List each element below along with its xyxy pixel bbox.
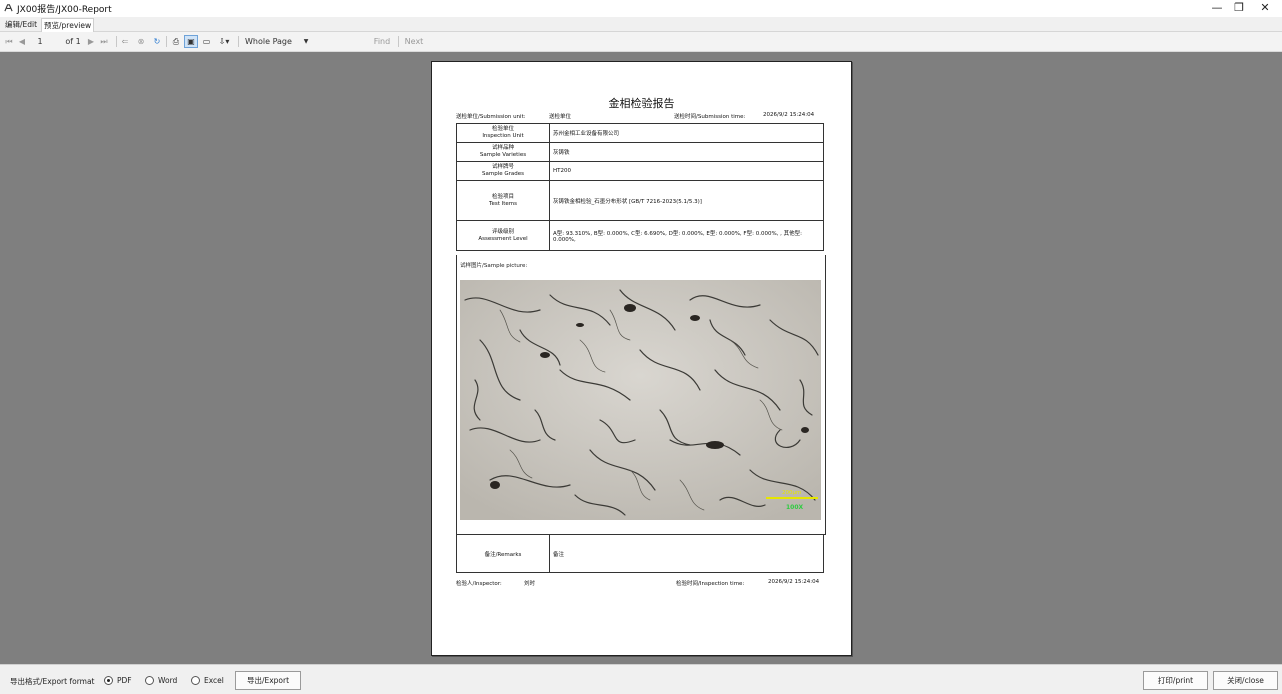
inspector-value: 刘时 — [524, 581, 536, 587]
remarks-label: 备注/Remarks — [456, 534, 550, 573]
report-info-table: 检验单位 Inspection Unit 苏州金相工业设备有限公司 试样品种 S… — [456, 123, 824, 251]
word-radio-label[interactable]: Word — [158, 676, 177, 685]
label-en: Assessment Level — [478, 235, 528, 242]
test-items-value: 灰铸铁金相检验_石墨分布形状 [GB/T 7216-2023(5.1/5.3)] — [549, 180, 824, 221]
label-en: Inspection Unit — [482, 133, 524, 139]
export-dropdown-icon[interactable]: ⇩▾ — [215, 35, 233, 48]
table-row: 检验项目 Test Items 灰铸铁金相检验_石墨分布形状 [GB/T 721… — [456, 180, 824, 221]
close-window-button[interactable]: ✕ — [1254, 1, 1276, 15]
magnification-label: 100X — [786, 504, 804, 511]
table-label-cell: 试样品种 Sample Varieties — [456, 142, 550, 162]
label-cn: 检验单位 — [491, 126, 514, 132]
prev-page-icon[interactable]: ◀ — [17, 35, 27, 48]
sample-picture-section: 试样图片/Sample picture: 200μm 100X — [456, 255, 826, 535]
remarks-value: 备注 — [549, 534, 824, 573]
first-page-icon[interactable]: ⏮ — [4, 35, 14, 48]
single-page-layout-icon[interactable]: ▣ — [184, 35, 198, 48]
scale-bar — [766, 497, 818, 499]
title-bar: JX00报告/JX00-Report — ❐ ✕ — [0, 0, 1282, 16]
export-format-label: 导出格式/Export format — [10, 677, 95, 686]
zoom-select[interactable]: Whole Page — [245, 35, 301, 48]
table-row: 备注/Remarks 备注 — [456, 534, 824, 573]
find-button[interactable]: Find — [372, 35, 392, 48]
back-icon[interactable]: ⇐ — [120, 35, 130, 48]
assessment-level-value: A型: 93.310%, B型: 0.000%, C型: 6.690%, D型:… — [549, 220, 824, 251]
sample-picture-label: 试样图片/Sample picture: — [460, 263, 528, 269]
table-row: 评级级别 Assessment Level A型: 93.310%, B型: 0… — [456, 220, 824, 251]
submission-time-value: 2026/9/2 15:24:04 — [763, 112, 815, 118]
graphite-flakes-image — [460, 280, 821, 520]
label-en: Sample Grades — [481, 171, 524, 177]
excel-radio-label[interactable]: Excel — [204, 676, 224, 685]
submission-unit-value: 送检单位 — [549, 114, 572, 120]
last-page-icon[interactable]: ⏭ — [98, 35, 110, 48]
label-cn: 试样品种 — [491, 145, 514, 151]
inspector-label: 检验人/Inspector: — [456, 581, 502, 587]
minimize-button[interactable]: — — [1206, 1, 1228, 15]
close-button[interactable]: 关闭/close — [1213, 671, 1278, 690]
stop-icon[interactable]: ⊗ — [136, 35, 146, 48]
next-button[interactable]: Next — [403, 35, 425, 48]
page-number-input[interactable]: 1 — [33, 35, 47, 48]
inspection-time-value: 2026/9/2 15:24:04 — [768, 579, 820, 585]
table-label-cell: 试样牌号 Sample Grades — [456, 161, 550, 181]
page-setup-icon[interactable]: ▭ — [200, 35, 213, 48]
table-row: 试样品种 Sample Varieties 灰铸铁 — [456, 142, 824, 162]
label-cn: 检验项目 — [491, 193, 514, 200]
inspection-time-label: 检验时间/Inspection time: — [676, 581, 745, 587]
toolbar-separator — [116, 36, 117, 47]
table-label-cell: 检验项目 Test Items — [456, 180, 550, 221]
label-cn: 试样牌号 — [491, 164, 514, 170]
submission-unit-label: 送检单位/Submission unit: — [456, 114, 526, 120]
chevron-down-icon[interactable]: ▼ — [302, 35, 310, 48]
table-row: 试样牌号 Sample Grades HT200 — [456, 161, 824, 181]
label-cn: 评级级别 — [491, 228, 514, 235]
pdf-radio-label[interactable]: PDF — [117, 676, 132, 685]
table-row: 检验单位 Inspection Unit 苏州金相工业设备有限公司 — [456, 123, 824, 143]
export-button[interactable]: 导出/Export — [235, 671, 301, 690]
tab-edit[interactable]: 编辑/Edit — [3, 18, 39, 31]
table-label-cell: 评级级别 Assessment Level — [456, 220, 550, 251]
toolbar-separator — [398, 36, 399, 47]
tab-preview[interactable]: 预览/preview — [41, 18, 95, 32]
inspection-unit-value: 苏州金相工业设备有限公司 — [549, 123, 824, 143]
report-title: 金相检验报告 — [608, 97, 675, 110]
preview-toolbar: ⏮ ◀ 1 of 1 ▶ ⏭ ⇐ ⊗ ↻ ⎙ ▣ ▭ ⇩▾ Whole Page… — [0, 32, 1282, 80]
pdf-radio[interactable] — [104, 676, 113, 685]
export-bar: 导出格式/Export format PDF Word Excel 导出/Exp… — [0, 664, 1282, 694]
toolbar-separator — [238, 36, 239, 47]
scale-bar-label: 200μm — [782, 490, 802, 496]
tab-bar: 编辑/Edit 预览/preview — [0, 17, 1282, 32]
print-button[interactable]: 打印/print — [1143, 671, 1208, 690]
report-page: 金相检验报告 送检单位/Submission unit: 送检单位 送检时间/S… — [431, 61, 852, 656]
toolbar-separator — [166, 36, 167, 47]
word-radio[interactable] — [145, 676, 154, 685]
microstructure-image: 200μm 100X — [460, 280, 821, 520]
page-count-label: of 1 — [65, 37, 81, 46]
label-en: Sample Varieties — [479, 152, 527, 158]
remarks-table: 备注/Remarks 备注 — [456, 534, 824, 573]
window-title: JX00报告/JX00-Report — [17, 5, 112, 15]
restore-button[interactable]: ❐ — [1228, 1, 1250, 15]
sample-varieties-value: 灰铸铁 — [549, 142, 824, 162]
excel-radio[interactable] — [191, 676, 200, 685]
sample-grades-value: HT200 — [549, 161, 824, 181]
print-icon[interactable]: ⎙ — [170, 35, 182, 48]
app-icon — [4, 4, 13, 12]
submission-time-label: 送检时间/Submission time: — [674, 114, 746, 120]
label-en: Test Items — [489, 200, 517, 207]
next-page-icon[interactable]: ▶ — [86, 35, 96, 48]
refresh-icon[interactable]: ↻ — [152, 35, 162, 48]
table-label-cell: 检验单位 Inspection Unit — [456, 123, 550, 143]
